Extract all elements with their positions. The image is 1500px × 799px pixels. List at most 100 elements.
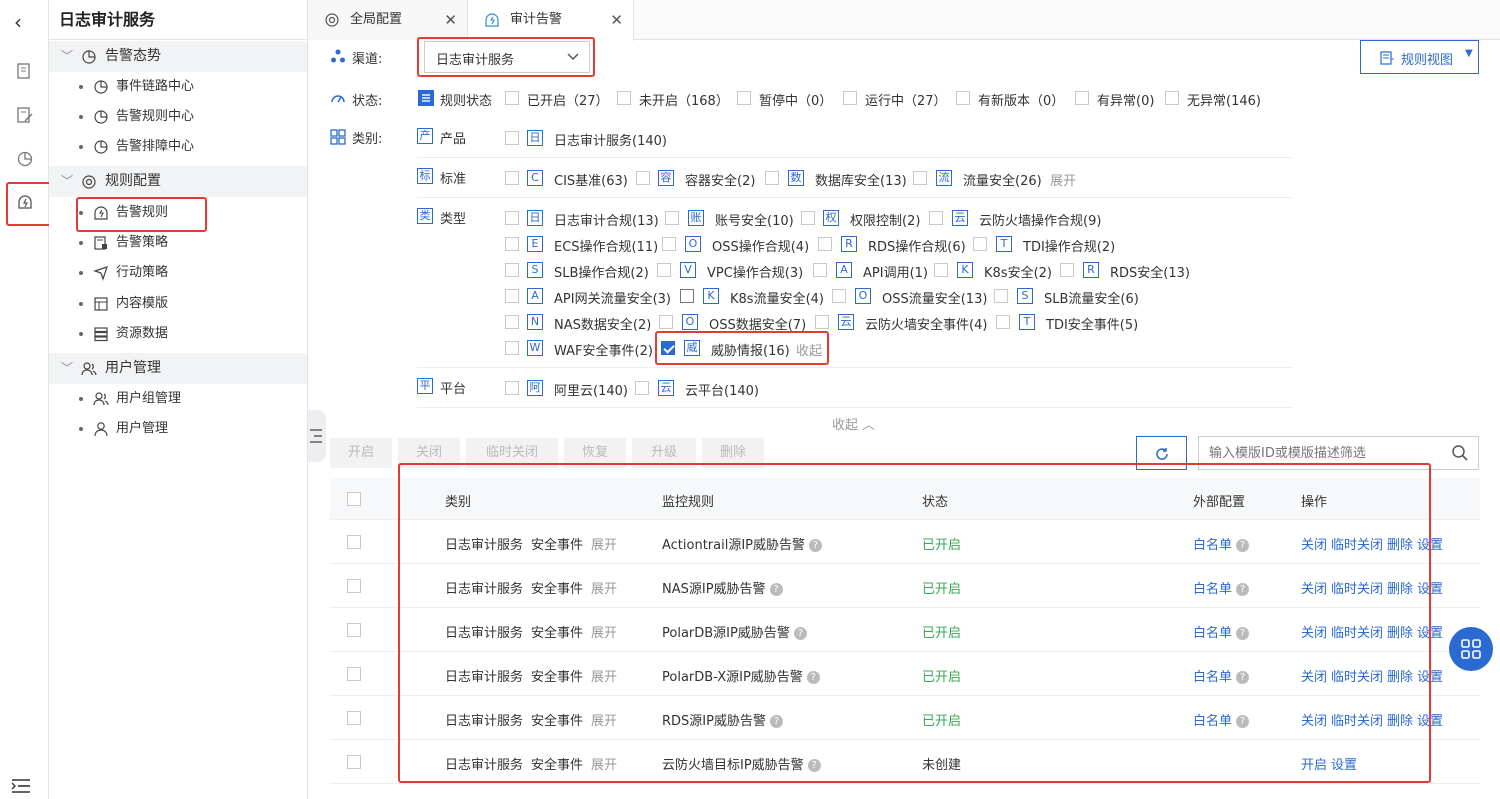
filter-checkbox[interactable] <box>662 237 676 251</box>
refresh-icon <box>1154 446 1170 462</box>
sidebar-group-rule-config[interactable]: ﹀ 规则配置 <box>49 166 307 197</box>
filter-option: K8s流量安全(4) <box>730 292 824 307</box>
row-checkbox[interactable] <box>347 535 361 549</box>
search-icon[interactable] <box>1451 444 1469 462</box>
row-checkbox[interactable] <box>347 755 361 769</box>
filter-checkbox[interactable] <box>665 211 679 225</box>
filter-badge: K <box>703 288 719 304</box>
collapse-all-link[interactable]: 收起 ︿ <box>832 414 875 433</box>
filter-badge: R <box>1083 262 1099 278</box>
filter-option: 容器安全(2) <box>685 174 756 189</box>
filter-checkbox[interactable] <box>657 263 671 277</box>
filter-checkbox[interactable] <box>505 211 519 225</box>
filter-checkbox[interactable] <box>929 211 943 225</box>
highlight-box-rail <box>6 182 54 226</box>
divider <box>417 407 1293 408</box>
filter-checkbox[interactable] <box>934 263 948 277</box>
filter-badge: 日 <box>527 210 543 226</box>
menu-toggle-icon[interactable] <box>10 778 32 794</box>
filter-badge: T <box>1019 314 1035 330</box>
divider <box>417 157 1293 158</box>
status-checkbox[interactable] <box>1075 91 1089 105</box>
sidebar-collapse-handle[interactable] <box>308 410 326 462</box>
filter-option: OSS操作合规(4) <box>712 240 810 255</box>
list-icon <box>418 90 434 106</box>
pie-chart-icon <box>93 139 109 155</box>
back-icon[interactable]: ‹ <box>14 10 22 34</box>
filter-option: 云平台(140) <box>685 384 759 399</box>
row-checkbox[interactable] <box>347 667 361 681</box>
channel-icon <box>330 48 346 64</box>
filter-checkbox[interactable] <box>801 211 815 225</box>
filter-checkbox[interactable] <box>505 131 519 145</box>
filter-checkbox[interactable] <box>973 237 987 251</box>
status-option: 有异常(0) <box>1097 94 1155 109</box>
filter-checkbox[interactable] <box>505 237 519 251</box>
status-checkbox[interactable] <box>843 91 857 105</box>
filter-checkbox[interactable] <box>636 171 650 185</box>
filter-checkbox[interactable] <box>505 341 519 355</box>
sidebar-group-user-management[interactable]: ﹀ 用户管理 <box>49 353 307 384</box>
type-label: 类型 <box>440 212 467 227</box>
tab-bar: 全局配置 ✕ 审计告警 ✕ <box>308 0 1500 41</box>
filter-checkbox[interactable] <box>832 289 846 303</box>
divider <box>417 197 1293 198</box>
filter-option: 权限控制(2) <box>850 214 921 229</box>
filter-checkbox[interactable] <box>765 171 779 185</box>
expand-link[interactable]: 展开 <box>1050 170 1076 189</box>
filter-checkbox[interactable] <box>815 315 829 329</box>
filter-option: ECS操作合规(11) <box>554 240 659 255</box>
row-checkbox[interactable] <box>347 579 361 593</box>
filter-option: 流量安全(26) <box>963 174 1042 189</box>
filter-checkbox[interactable] <box>505 263 519 277</box>
tab-audit-alert[interactable]: 审计告警 ✕ <box>468 0 634 41</box>
status-checkbox[interactable] <box>505 91 519 105</box>
filter-badge: W <box>527 340 543 356</box>
filter-checkbox[interactable] <box>996 315 1010 329</box>
filter-option: SLB操作合规(2) <box>554 266 649 281</box>
tab-global-config[interactable]: 全局配置 ✕ <box>308 0 468 40</box>
filter-badge: N <box>527 314 543 330</box>
pie-chart-icon[interactable] <box>16 149 34 167</box>
filter-checkbox[interactable] <box>635 381 649 395</box>
filter-checkbox[interactable] <box>1060 263 1074 277</box>
row-checkbox[interactable] <box>347 623 361 637</box>
status-checkbox[interactable] <box>737 91 751 105</box>
status-option: 已开启（27） <box>527 94 609 109</box>
sidebar-item-label: 告警策略 <box>116 235 169 250</box>
filter-checkbox[interactable] <box>505 171 519 185</box>
enable-button[interactable]: 开启 <box>330 438 392 468</box>
status-option: 暂停中（0） <box>759 94 833 109</box>
filter-checkbox[interactable] <box>680 289 694 303</box>
status-checkbox[interactable] <box>956 91 970 105</box>
sidebar-item-label: 行动策略 <box>116 265 169 280</box>
filter-badge: S <box>527 262 543 278</box>
filter-checkbox[interactable] <box>913 171 927 185</box>
filter-checkbox[interactable] <box>813 263 827 277</box>
filter-checkbox[interactable] <box>505 289 519 303</box>
sidebar-item-label: 资源数据 <box>116 326 169 341</box>
document-icon[interactable] <box>16 62 34 80</box>
filter-checkbox[interactable] <box>505 315 519 329</box>
select-all-checkbox[interactable] <box>347 492 361 506</box>
platform-label: 平台 <box>440 382 467 397</box>
row-checkbox[interactable] <box>347 711 361 725</box>
filter-checkbox[interactable] <box>505 381 519 395</box>
search-input[interactable] <box>1209 444 1439 462</box>
filter-checkbox[interactable] <box>818 237 832 251</box>
edit-doc-icon[interactable] <box>16 106 34 124</box>
close-icon[interactable]: ✕ <box>444 0 457 40</box>
status-checkbox[interactable] <box>617 91 631 105</box>
filter-option: 账号安全(10) <box>715 214 794 229</box>
pie-chart-icon <box>93 109 109 125</box>
status-checkbox[interactable] <box>1165 91 1179 105</box>
list-view-icon <box>1379 50 1395 66</box>
app-grid-button[interactable] <box>1449 627 1493 671</box>
filter-checkbox[interactable] <box>659 315 673 329</box>
rule-view-button[interactable]: 规则视图 ▼ <box>1360 40 1479 74</box>
sidebar-group-alert-trend[interactable]: ﹀ 告警态势 <box>49 41 307 72</box>
filter-checkbox[interactable] <box>994 289 1008 303</box>
close-icon[interactable]: ✕ <box>610 0 623 40</box>
user-icon <box>93 421 109 437</box>
sidebar-group-label: 告警态势 <box>105 48 161 64</box>
